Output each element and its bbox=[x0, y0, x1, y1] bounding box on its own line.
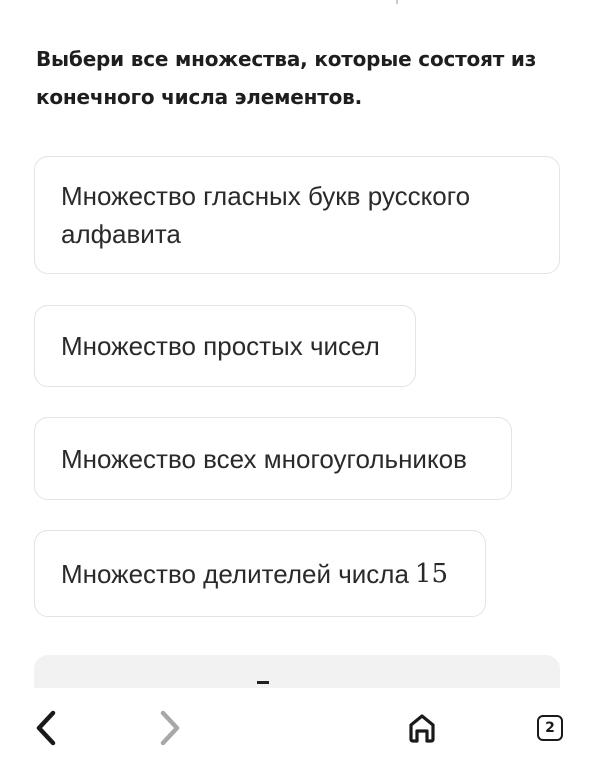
top-scroll-fragment bbox=[396, 0, 398, 4]
answer-option-vowels[interactable]: Множество гласных букв русского алфавита bbox=[34, 156, 560, 274]
answer-option-label: Множество всех многоугольников bbox=[61, 443, 467, 474]
chevron-left-icon bbox=[36, 710, 56, 746]
tabs-count-icon: 2 bbox=[537, 715, 563, 741]
home-button[interactable] bbox=[400, 706, 444, 750]
tabs-button[interactable]: 2 bbox=[528, 706, 572, 750]
question-text: Выбери все множества, которые состоят из… bbox=[36, 47, 537, 109]
forward-button[interactable] bbox=[148, 706, 192, 750]
answer-option-polygons[interactable]: Множество всех многоугольников bbox=[34, 417, 512, 500]
panel-dash bbox=[257, 681, 269, 684]
browser-bottom-navbar: 2 bbox=[0, 688, 594, 763]
answer-option-primes[interactable]: Множество простых чисел bbox=[34, 305, 416, 387]
home-icon bbox=[409, 714, 435, 743]
answer-option-label: Множество гласных букв русского алфавита bbox=[61, 181, 471, 249]
answer-option-label: Множество делителей числа bbox=[61, 558, 409, 589]
answer-option-label: Множество простых чисел bbox=[61, 331, 380, 361]
chevron-right-icon bbox=[160, 710, 180, 746]
answer-option-number: 15 bbox=[414, 558, 448, 589]
answer-option-divisors[interactable]: Множество делителей числа 15 bbox=[34, 530, 486, 617]
back-button[interactable] bbox=[24, 706, 68, 750]
